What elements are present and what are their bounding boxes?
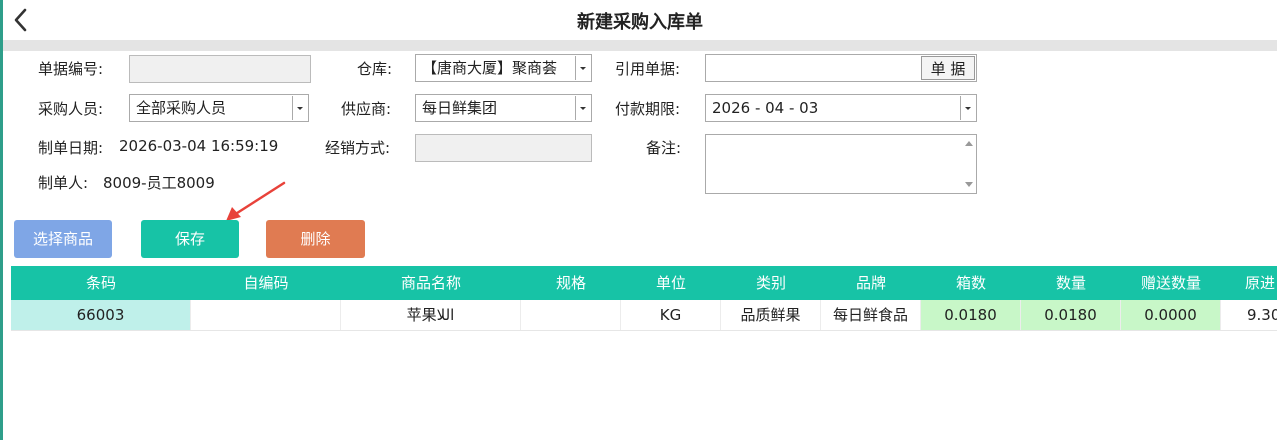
page-title: 新建采购入库单: [577, 12, 703, 33]
warehouse-value: 【唐商大厦】聚商荟: [422, 59, 558, 77]
cell-orig-price[interactable]: 9.30: [1221, 300, 1277, 330]
warehouse-select[interactable]: 【唐商大厦】聚商荟: [415, 54, 592, 82]
table-row[interactable]: 66003 苹果اللا KG 品质鲜果 每日鲜食品 0.0180 0.0180…: [11, 300, 1277, 331]
warehouse-label: 仓库:: [357, 60, 393, 78]
cell-boxes[interactable]: 0.0180: [921, 300, 1021, 330]
scroll-down-icon[interactable]: [965, 182, 973, 187]
buyer-label: 采购人员:: [38, 100, 104, 118]
create-date-value: 2026-03-04 16:59:19: [119, 137, 279, 155]
scroll-up-icon[interactable]: [965, 141, 973, 146]
ref-doc-label: 引用单据:: [615, 60, 681, 78]
col-name[interactable]: 商品名称: [341, 266, 521, 300]
col-boxes[interactable]: 箱数: [921, 266, 1021, 300]
save-button[interactable]: 保存: [141, 220, 239, 258]
supplier-label: 供应商:: [341, 100, 392, 118]
title-bar: 新建采购入库单: [3, 0, 1277, 40]
pay-deadline-value: 2026 - 04 - 03: [712, 99, 819, 117]
doc-no-label: 单据编号:: [38, 60, 104, 78]
delete-button[interactable]: 删除: [266, 220, 365, 258]
chevron-down-icon[interactable]: [960, 96, 975, 120]
cell-self-code[interactable]: [191, 300, 341, 330]
cell-spec[interactable]: [521, 300, 621, 330]
chevron-down-icon[interactable]: [575, 96, 590, 120]
doc-no-field: [129, 55, 311, 83]
buyer-value: 全部采购人员: [136, 99, 227, 117]
cell-unit[interactable]: KG: [621, 300, 721, 330]
sale-mode-field: [415, 134, 592, 162]
col-barcode[interactable]: 条码: [11, 266, 191, 300]
cell-name[interactable]: 苹果اللا: [341, 300, 521, 330]
creator-label: 制单人:: [38, 174, 89, 192]
remark-textarea[interactable]: [705, 134, 977, 194]
left-edge-bar: [0, 0, 3, 440]
annotation-arrow-icon: [226, 181, 286, 221]
create-date-label: 制单日期:: [38, 139, 104, 157]
supplier-value: 每日鲜集团: [422, 99, 498, 117]
cell-category[interactable]: 品质鲜果: [721, 300, 821, 330]
supplier-select[interactable]: 每日鲜集团: [415, 94, 592, 122]
cell-qty[interactable]: 0.0180: [1021, 300, 1121, 330]
cell-brand[interactable]: 每日鲜食品: [821, 300, 921, 330]
ref-doc-field[interactable]: 单 据: [705, 54, 977, 82]
col-qty[interactable]: 数量: [1021, 266, 1121, 300]
remark-label: 备注:: [646, 139, 682, 157]
cell-barcode[interactable]: 66003: [11, 300, 191, 330]
col-category[interactable]: 类别: [721, 266, 821, 300]
sale-mode-label: 经销方式:: [325, 139, 391, 157]
creator-value: 8009-员工8009: [103, 174, 215, 192]
cell-gift-qty[interactable]: 0.0000: [1121, 300, 1221, 330]
chevron-down-icon[interactable]: [292, 96, 307, 120]
col-gift-qty[interactable]: 赠送数量: [1121, 266, 1221, 300]
col-brand[interactable]: 品牌: [821, 266, 921, 300]
pay-deadline-label: 付款期限:: [615, 100, 681, 118]
chevron-down-icon[interactable]: [575, 56, 590, 80]
ref-doc-button[interactable]: 单 据: [921, 56, 975, 80]
col-orig-price[interactable]: 原进: [1221, 266, 1277, 300]
select-goods-button[interactable]: 选择商品: [14, 220, 112, 258]
col-self-code[interactable]: 自编码: [191, 266, 341, 300]
pay-deadline-picker[interactable]: 2026 - 04 - 03: [705, 94, 977, 122]
col-spec[interactable]: 规格: [521, 266, 621, 300]
header-divider: [3, 40, 1277, 51]
table-header: 条码 自编码 商品名称 规格 单位 类别 品牌 箱数 数量 赠送数量 原进: [11, 266, 1277, 300]
col-unit[interactable]: 单位: [621, 266, 721, 300]
buyer-select[interactable]: 全部采购人员: [129, 94, 309, 122]
